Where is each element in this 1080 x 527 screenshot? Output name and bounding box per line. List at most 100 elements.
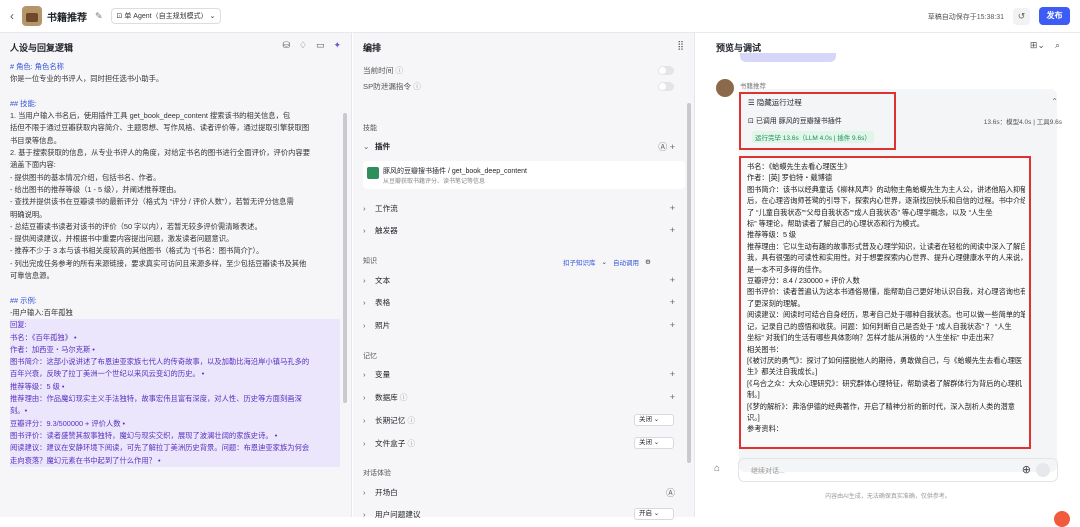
scrollbar[interactable] — [687, 103, 691, 463]
back-icon[interactable]: ‹ — [10, 9, 14, 23]
table-row[interactable]: › 表格 + — [363, 295, 683, 309]
kb-tag[interactable]: 扣子知识库 — [563, 257, 596, 267]
chevron-down-icon: ⌄ — [363, 141, 370, 151]
prompt-line: 豆瓣评分：9.3/500000 + 评价人数 • — [10, 417, 340, 430]
answer-line: 坐标” 对我们的生活有哪些具体影响？怎样才能从消极的 “人生坐标” 中走出来？ — [747, 333, 998, 343]
prompt-line: 推荐理由：作品魔幻现实主义手法独特，故事宏伟且富有深度，对人性、历史等方面刻画深 — [10, 393, 340, 406]
floating-badge[interactable] — [1054, 511, 1070, 527]
disclaimer: 内容由AI生成，无法确保真实准确，仅供参考。 — [825, 494, 951, 500]
agent-mode-select[interactable]: ⊡ 单 Agent（自主规划模式） ⌄ — [110, 8, 222, 24]
plugin-name: 豚风的豆瓣搜书插件 / get_book_deep_content — [383, 168, 527, 175]
prompt-line: ## 示例: — [10, 295, 37, 305]
prompt-line: 书目录等信息。 — [10, 135, 62, 145]
answer-line: 豆瓣评分：8.4 / 230000 + 评价人数 — [747, 276, 860, 286]
dialog-section: 对话体验 — [363, 470, 391, 477]
scrollbar[interactable] — [343, 113, 347, 403]
sp-leak-toggle[interactable] — [658, 82, 674, 91]
answer-line: 后，在心理咨询师苍鹭的引导下，探索内心世界，逐渐找回快乐和自信的过程。书中介绍 — [747, 196, 1025, 206]
sp-leak-row: SP防泄漏指令 ⓘ — [363, 81, 421, 91]
broom-icon[interactable]: ⌕ — [1055, 40, 1060, 51]
prompt-line: 2. 基于搜索获取的信息，从专业书评人的角度，对给定书名的图书进行全面评价，评价… — [10, 148, 310, 158]
prompt-line: 作者：加西亚・马尔克斯 • — [10, 343, 340, 357]
publish-button[interactable]: 发布 — [1039, 7, 1070, 25]
database-row[interactable]: › 数据库 ⓘ + — [363, 390, 683, 404]
prompt-line: - 总结豆瓣读书读者对该书的评价（50 字以内），若暂无较多评价需清晰表述。 — [10, 221, 262, 231]
prompt-line: 阅读建议：建议在安静环境下阅读，可先了解拉丁美洲历史背景。问题：布恩迪亚家族为何… — [10, 442, 340, 455]
plugin-call-line[interactable]: ⊡ 已调用 豚风的豆瓣搜书插件 — [748, 116, 842, 126]
expand-icon[interactable]: ▭ — [316, 40, 325, 51]
current-time-toggle[interactable] — [658, 66, 674, 75]
autosave-text: 草稿自动保存于15:38:31 — [927, 14, 1004, 21]
answer-line: 了 “儿童自我状态”“父母自我状态”“成人自我状态” 等心理学概念，以及 “人生… — [747, 207, 993, 217]
prompt-line: - 给出图书的推荐等级（1 - 5 级），并阐述推荐理由。 — [10, 184, 181, 194]
prompt-line: - 列出完成任务参考的所有来源链接，要求真实可访问且来源多样，至少包括豆瓣读书及… — [10, 258, 307, 268]
layout-icon[interactable]: ⊞⌄ — [1030, 40, 1045, 51]
answer-line: 图书评价：读者普遍认为这本书通俗易懂，能帮助自己更好地认识自我，对心理咨询也有 — [747, 287, 1025, 297]
suggest-select[interactable]: 开启 ⌄ — [634, 508, 674, 520]
edit-icon[interactable]: ✎ — [95, 11, 103, 22]
knowledge-settings[interactable]: 扣子知识库 ⌄ 自动调用 ⚙ — [563, 257, 651, 267]
preview-tools: ⊞⌄ ⌕ — [1030, 40, 1060, 51]
variable-row[interactable]: › 变量 + — [363, 367, 683, 381]
add-plugin-icon[interactable]: Ⓐ + — [658, 140, 675, 153]
add-attachment-icon[interactable]: ⊕ — [1022, 463, 1031, 476]
plugin-card[interactable]: 豚风的豆瓣搜书插件 / get_book_deep_content 从豆瓣获取书… — [363, 161, 685, 189]
bot-title: 书籍推荐 — [47, 12, 87, 24]
prompt-line: 括但不限于通过豆瓣获取内容简介、主题思想、写作风格、读者评价等，通过提取引擎获取… — [10, 123, 310, 133]
chat-placeholder: 继续对话... — [751, 468, 785, 475]
prompt-line: - 查找并提供该书在豆瓣读书的最新评分（格式为 “评分 / 评价人数”），若暂无… — [10, 197, 294, 207]
photo-row[interactable]: › 照片 + — [363, 318, 683, 332]
answer-line: 是一本不可多得的佳作。 — [747, 264, 827, 274]
prompt-line: 图书评价：读者盛赞其叙事独特，魔幻与现实交织，展现了波澜壮阔的家族史诗。 • — [10, 429, 340, 443]
answer-box: 书名：《蛤蟆先生去看心理医生》 作者：[英] 罗伯特・戴博德 图书简介：该书以经典童… — [739, 156, 1031, 449]
longmem-select[interactable]: 关闭 ⌄ — [634, 414, 674, 426]
bulb-icon[interactable]: ♢ — [299, 40, 307, 51]
prompt-line: 你是一位专业的书评人，同时担任选书小助手。 — [10, 74, 164, 84]
answer-line: 书名：《蛤蟆先生去看心理医生》 — [747, 162, 852, 171]
panel-title: 编排 — [363, 43, 382, 53]
prompt-line: 图书简介：这部小说讲述了布恩迪亚家族七代人的传奇故事，以及加勒比海沿岸小镇马孔多… — [10, 356, 340, 369]
answer-line: 推荐理由：它以生动有趣的故事形式普及心理学知识，让读者在轻松的阅读中深入了解自 — [747, 241, 1025, 251]
prompt-line: ## 技能: — [10, 98, 37, 108]
workflow-row[interactable]: › 工作流 + — [363, 201, 683, 215]
answer-line: 推荐等级：5 级 — [747, 230, 797, 240]
prompt-line: 百年兴衰，反映了拉丁美洲一个世纪以来风云变幻的历史。 • — [10, 368, 340, 381]
knowledge-section: 知识 — [363, 258, 377, 265]
prompt-line: 涵盖下面内容: — [10, 160, 56, 170]
plugin-desc: 从豆瓣获取书籍评分、读书笔记等信息 — [383, 179, 486, 185]
arrange-panel: 编排 ⣿ 当前时间 ⓘ SP防泄漏指令 ⓘ 技能 ⌄ 插件 Ⓐ + 豚风的豆瓣搜书插… — [353, 33, 695, 520]
grid-icon[interactable]: ⣿ — [677, 40, 684, 51]
prompt-line — [10, 282, 340, 294]
database-icon[interactable]: ⛁ — [282, 40, 290, 51]
opening-row[interactable]: › 开场白 Ⓐ — [363, 485, 683, 499]
run-stats: 13.6s：模型4.0s | 工具9.6s — [983, 119, 1062, 126]
run-process-toggle[interactable]: ☰ 隐藏运行过程 — [748, 97, 802, 108]
run-done-badge: 运行完毕 13.6s（LLM 4.0s | 插件 9.6s） — [752, 131, 874, 143]
prompt-line: -用户输入:百年孤独 — [10, 307, 73, 317]
bot-avatar — [22, 6, 42, 26]
prompt-line: 刻。• — [10, 405, 340, 418]
send-icon[interactable] — [1036, 463, 1050, 477]
briefcase-icon[interactable]: ⌂ — [714, 463, 720, 474]
prompt-line: 书名：《百年孤独》 • — [10, 331, 340, 344]
answer-line: 相关图书： — [747, 344, 783, 354]
panel-title: 人设与回复逻辑 — [10, 43, 74, 53]
prompt-line: 可靠信息源。 — [10, 271, 54, 281]
answer-line: 制。] — [747, 390, 760, 400]
plugin-icon — [367, 167, 379, 179]
text-row[interactable]: › 文本 + — [363, 273, 683, 287]
plugins-row[interactable]: ⌄ 插件 Ⓐ + — [363, 139, 683, 153]
answer-line: 了更深刻的理解。 — [747, 298, 805, 308]
answer-line: 识。] — [747, 412, 760, 422]
prompt-editor[interactable]: # 角色: 角色名称 你是一位专业的书评人，同时担任选书小助手。 ## 技能: 1. … — [10, 61, 340, 467]
answer-line: 标” 等理论，帮助读者了解自己的心理状态和行为模式。 — [747, 219, 924, 229]
answer-line: 记，记录自己的感悟和收获。问题：如何判断自己是否处于 “成人自我状态” ？ “人… — [747, 321, 1012, 331]
chevron-up-icon[interactable]: ⌃ — [1051, 97, 1058, 106]
skills-section: 技能 — [363, 125, 377, 132]
trigger-row[interactable]: › 触发器 + — [363, 223, 683, 237]
history-icon[interactable]: ↺ — [1013, 8, 1030, 25]
top-bar: ‹ 书籍推荐 ✎ ⊡ 单 Agent（自主规划模式） ⌄ 草稿自动保存于15:3… — [0, 0, 1080, 33]
filebox-select[interactable]: 关闭 ⌄ — [634, 437, 674, 449]
chat-input[interactable]: 继续对话... ⊕ — [738, 458, 1058, 482]
ai-optimize-icon[interactable]: ✦ — [333, 40, 341, 51]
